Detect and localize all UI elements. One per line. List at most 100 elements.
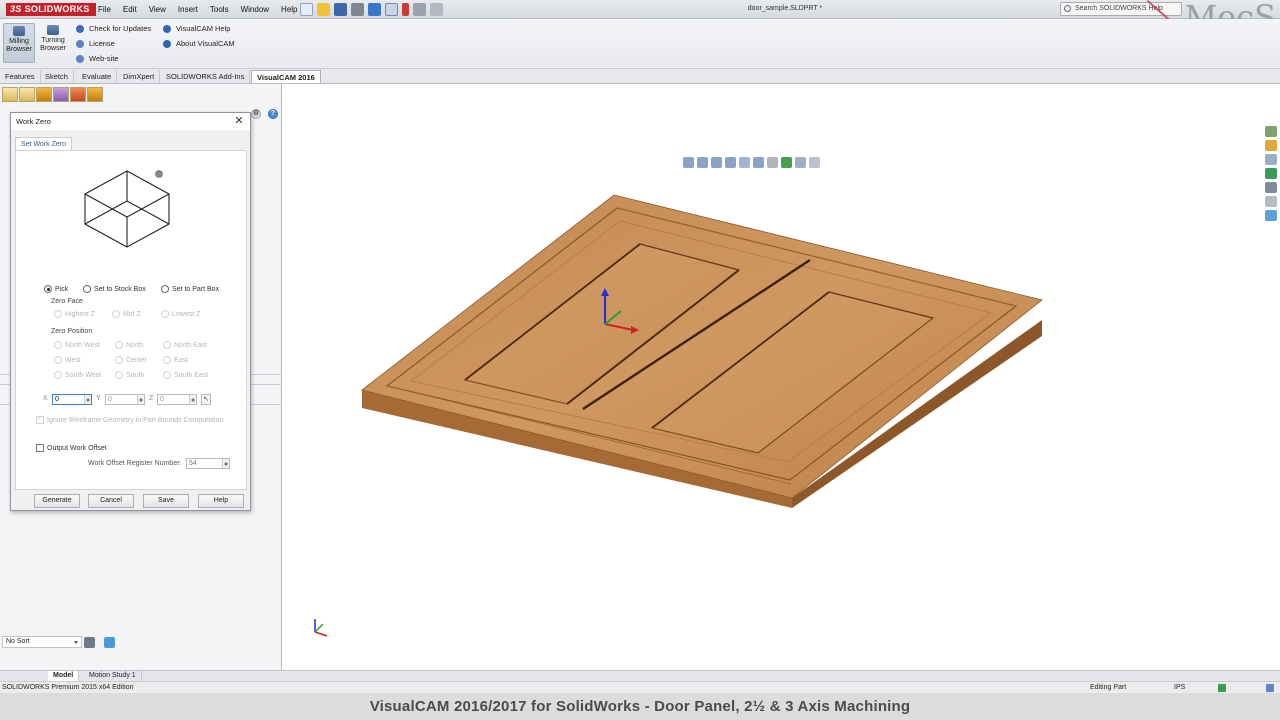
file-explorer-icon[interactable] [1265,154,1277,165]
radio-dot [54,371,62,379]
stock-icon[interactable] [2,87,18,102]
website-button[interactable]: Web-site [76,54,118,64]
menu-edit[interactable]: Edit [117,4,143,15]
lowest-z-radio[interactable]: Lowest Z [161,310,200,318]
ignore-wireframe-checkbox[interactable]: Ignore Wireframe Geometry in Part Bounds… [36,414,223,424]
close-icon[interactable]: ✕ [234,115,244,127]
work-zero-icon[interactable] [53,87,69,102]
print-icon[interactable] [351,3,364,16]
tool-icon[interactable] [70,87,86,102]
zero-point-marker[interactable] [155,170,163,178]
appearances-icon[interactable] [1265,168,1277,179]
cancel-button[interactable]: Cancel [88,494,134,508]
menu-file[interactable]: File [92,4,117,15]
solidworks-logo[interactable]: 3S SOLIDWORKS [6,3,96,16]
about-visualcam-button[interactable]: About VisualCAM [163,39,235,49]
check-updates-button[interactable]: Check for Updates [76,24,151,34]
north-east-radio[interactable]: North East [163,341,207,349]
visualcam-help-label: VisualCAM Help [176,24,231,33]
set-to-part-box-radio[interactable]: Set to Part Box [161,285,219,293]
y-offset-input[interactable]: 0 [105,394,145,405]
turning-browser-icon [47,25,59,35]
sort-select[interactable]: No Sort [2,636,82,648]
output-work-offset-label: Output Work Offset [47,444,107,452]
z-spin-arrows[interactable] [189,395,196,404]
file-properties-icon[interactable] [413,3,426,16]
units-status[interactable]: IPS [1174,682,1185,693]
help-button[interactable]: Help [198,494,244,508]
register-number-input[interactable]: 54 [186,458,230,469]
x-label: X [43,395,48,402]
tab-visualcam-2016[interactable]: VisualCAM 2016 [251,70,321,83]
south-radio[interactable]: South [115,371,144,379]
settings-icon[interactable]: ⚙ [251,109,261,119]
tab-sketch[interactable]: Sketch [40,70,74,83]
south-east-radio[interactable]: South East [163,371,208,379]
pick-point-icon[interactable]: ↖ [201,394,211,405]
tab-dimxpert[interactable]: DimXpert [118,70,161,83]
highest-z-radio[interactable]: Highest Z [54,310,95,318]
refresh-icon[interactable] [104,637,115,648]
rebuild-icon[interactable] [402,3,409,16]
center-radio[interactable]: Center [115,356,147,364]
options-icon[interactable] [430,3,443,16]
tab-solidworks-addins[interactable]: SOLIDWORKS Add-Ins [161,70,251,83]
west-radio[interactable]: West [54,356,81,364]
radio-dot [115,356,123,364]
help-icon[interactable]: ? [268,109,278,119]
z-offset-input[interactable]: 0 [157,394,197,405]
menu-view[interactable]: View [143,4,172,15]
radio-dot [83,285,91,293]
license-button[interactable]: License [76,39,115,49]
milling-browser-button[interactable]: Milling Browser [3,23,35,63]
license-label: License [89,39,115,48]
y-spin-arrows[interactable] [137,395,144,404]
radio-dot [54,356,62,364]
undo-icon[interactable] [368,3,381,16]
tab-evaluate[interactable]: Evaluate [77,70,118,83]
x-offset-input[interactable]: 0 [52,394,92,405]
region-icon[interactable] [36,87,52,102]
x-spin-arrows[interactable] [84,395,91,404]
turning-browser-button[interactable]: Turning Browser [37,23,69,63]
open-folder-icon[interactable] [317,3,330,16]
tab-features[interactable]: Features [0,70,41,83]
toggle-status-icon[interactable] [1266,684,1274,692]
menu-insert[interactable]: Insert [172,4,204,15]
radio-dot [161,310,169,318]
post-icon[interactable] [87,87,103,102]
resources-icon[interactable] [1265,126,1277,137]
visualcam-help-button[interactable]: VisualCAM Help [163,24,230,34]
custom-properties-icon[interactable] [1265,182,1277,193]
north-radio[interactable]: North [115,341,143,349]
sort-order-icon[interactable] [84,637,95,648]
tab-model[interactable]: Model [48,671,80,681]
graphics-viewport[interactable] [283,84,1280,670]
mid-z-radio[interactable]: Mid Z [112,310,141,318]
z-label: Z [149,395,154,402]
view-palette-icon[interactable] [1265,196,1277,207]
design-library-icon[interactable] [1265,140,1277,151]
pick-radio[interactable]: Pick [44,285,68,293]
new-document-icon[interactable] [300,3,313,16]
save-button[interactable]: Save [143,494,189,508]
select-pointer-icon[interactable] [385,3,398,16]
menu-bar: File Edit View Insert Tools Window Help [92,4,304,15]
menu-tools[interactable]: Tools [204,4,235,15]
generate-button[interactable]: Generate [34,494,80,508]
sort-value: No Sort [6,638,30,645]
part-icon[interactable] [19,87,35,102]
north-east-label: North East [174,341,208,349]
tab-motion-study-1[interactable]: Motion Study 1 [84,671,142,681]
save-icon[interactable] [334,3,347,16]
register-spin-arrows[interactable] [222,459,229,468]
tab-set-work-zero[interactable]: Set Work Zero [15,137,72,150]
north-west-radio[interactable]: North West [54,341,100,349]
website-label: Web-site [89,54,119,63]
south-west-radio[interactable]: South West [54,371,101,379]
solidworks-forum-icon[interactable] [1265,210,1277,221]
menu-window[interactable]: Window [235,4,275,15]
output-work-offset-checkbox[interactable]: Output Work Offset [36,444,107,452]
set-to-stock-box-radio[interactable]: Set to Stock Box [83,285,146,293]
east-radio[interactable]: East [163,356,188,364]
